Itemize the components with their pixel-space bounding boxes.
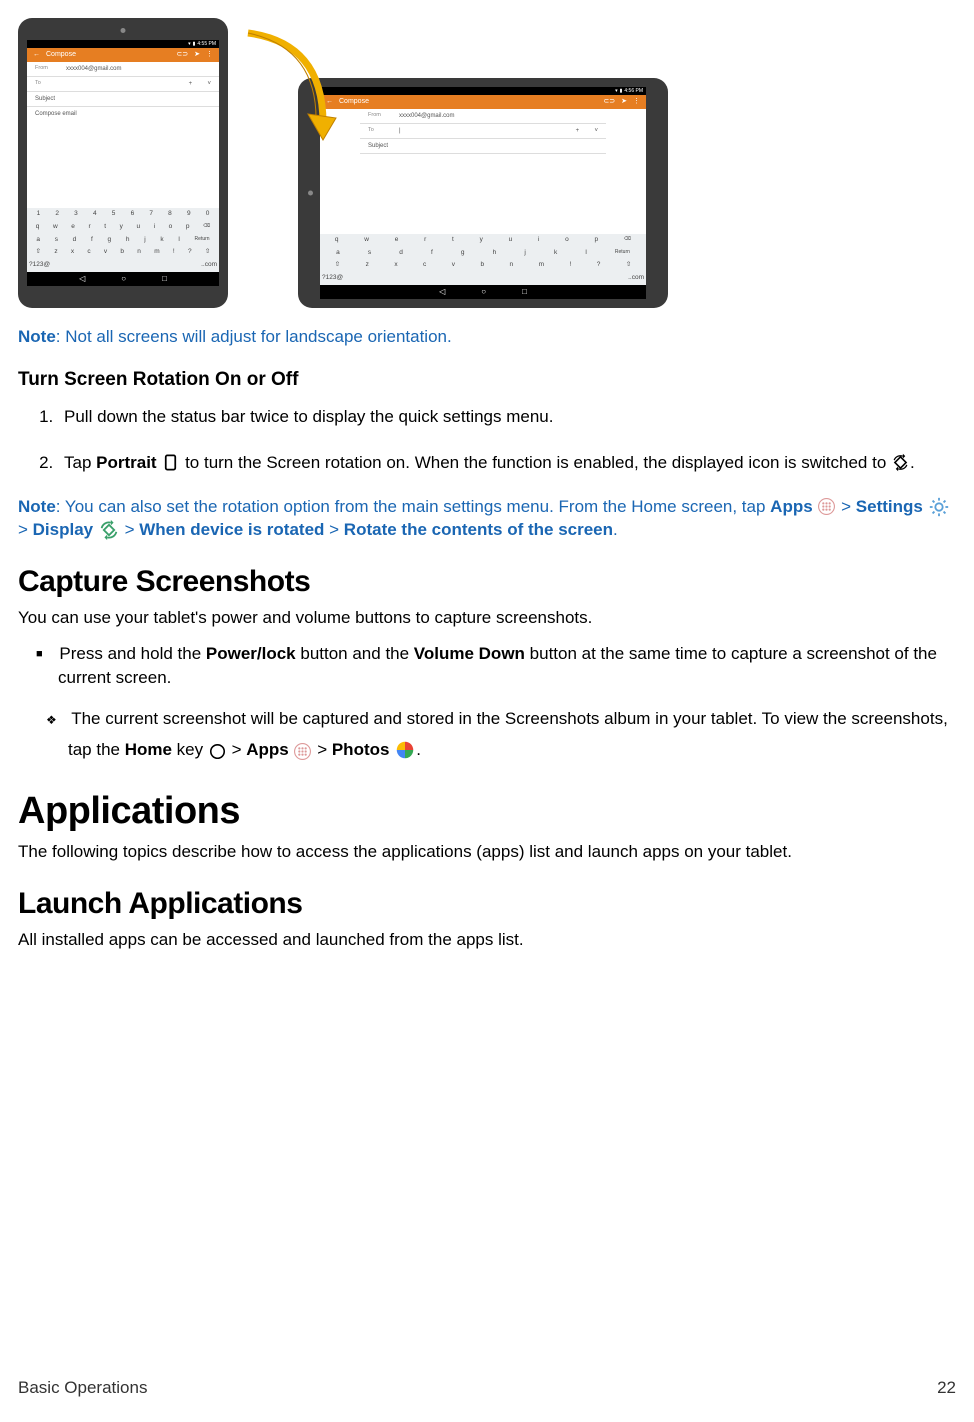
capture-storage-note: The current screenshot will be captured …	[68, 703, 956, 766]
auto-rotate-icon	[891, 453, 910, 472]
status-time: 4:55 PM	[197, 41, 216, 48]
overflow-icon: ⋮	[206, 50, 213, 59]
rotation-arrow-icon	[228, 28, 348, 143]
step-2: Tap Portrait to turn the Screen rotation…	[58, 449, 956, 478]
footer-section: Basic Operations	[18, 1377, 147, 1400]
settings-gear-icon	[928, 496, 950, 518]
step-1: Pull down the status bar twice to displa…	[58, 403, 956, 432]
rotation-steps-list: Pull down the status bar twice to displa…	[38, 403, 956, 479]
tablet-landscape: ▾▮4:56 PM ← Compose ⊂⊃➤⋮ Fromxxxx004@gma…	[298, 78, 668, 308]
capture-list: Press and hold the Power/lock button and…	[38, 642, 956, 691]
send-icon: ➤	[194, 50, 200, 59]
screenshot-illustration: ▾▮4:55 PM ← Compose ⊂⊃ ➤ ⋮ Fromxxxx004@g…	[18, 18, 956, 308]
portrait-lock-icon	[161, 453, 180, 472]
apps-icon	[293, 740, 312, 759]
appbar-title: Compose	[46, 50, 76, 59]
capture-intro: You can use your tablet's power and volu…	[18, 607, 956, 630]
home-key-icon	[208, 740, 227, 759]
recent-nav-icon: □	[162, 274, 167, 285]
heading-applications: Applications	[18, 786, 956, 837]
home-nav-icon: ○	[121, 274, 126, 285]
apps-icon	[817, 497, 836, 516]
note-settings-path: Note: You can also set the rotation opti…	[18, 496, 956, 542]
heading-capture-screenshots: Capture Screenshots	[18, 562, 956, 603]
heading-launch-applications: Launch Applications	[18, 884, 956, 925]
launch-intro: All installed apps can be accessed and l…	[18, 929, 956, 952]
footer-page-number: 22	[937, 1377, 956, 1400]
heading-turn-rotation: Turn Screen Rotation On or Off	[18, 367, 956, 393]
capture-sublist: The current screenshot will be captured …	[48, 703, 956, 766]
back-icon: ←	[33, 50, 40, 59]
applications-intro: The following topics describe how to acc…	[18, 841, 956, 864]
page-footer: Basic Operations 22	[18, 1377, 956, 1400]
attach-icon: ⊂⊃	[176, 50, 188, 59]
back-nav-icon: ◁	[79, 274, 85, 285]
display-rotate-icon	[98, 519, 120, 541]
photos-pinwheel-icon	[394, 739, 416, 761]
note-orientation: Note: Not all screens will adjust for la…	[18, 326, 956, 349]
tablet-portrait: ▾▮4:55 PM ← Compose ⊂⊃ ➤ ⋮ Fromxxxx004@g…	[18, 18, 228, 308]
capture-step: Press and hold the Power/lock button and…	[58, 642, 956, 691]
kbd-num-row: 1234567890	[27, 208, 219, 221]
